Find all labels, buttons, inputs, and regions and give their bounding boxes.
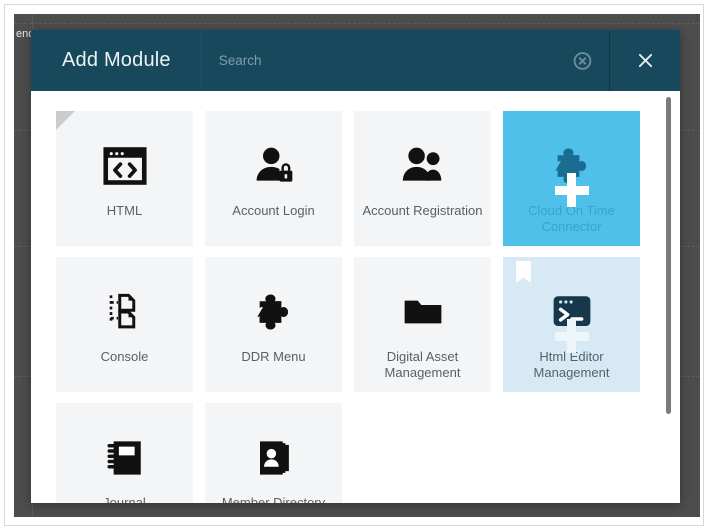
module-tile[interactable]: Account Registration [354, 111, 491, 246]
code-window-icon [102, 135, 147, 197]
user-lock-icon [252, 135, 296, 197]
page-frame: enc Add Module Search HTML Account Login… [4, 4, 704, 526]
module-tile-label: Account Registration [362, 203, 483, 218]
search-clear-icon[interactable] [573, 51, 592, 70]
module-tile[interactable]: DDR Menu [205, 257, 342, 392]
module-tile-label: Member Directory [221, 495, 326, 503]
console-tree-icon [104, 281, 146, 343]
screen: enc Add Module Search HTML Account Login… [0, 0, 708, 530]
module-tile[interactable]: Digital Asset Management [354, 257, 491, 392]
module-tile-label: Console [100, 349, 149, 364]
module-tile-grid: HTML Account Login Account Registration Clo… [31, 91, 680, 503]
module-tile[interactable]: Html Editor Management [503, 257, 640, 392]
module-tile[interactable]: Journal [56, 403, 193, 503]
add-plus-icon [554, 319, 589, 353]
module-tile-label: Html Editor Management [533, 349, 610, 380]
add-plus-icon [554, 173, 589, 207]
module-tile-label: Digital Asset Management [384, 349, 461, 380]
module-tile[interactable]: Member Directory [205, 403, 342, 503]
address-book-icon [253, 427, 295, 489]
add-module-dialog: Add Module HTML [31, 30, 680, 503]
puzzle-piece-icon [253, 281, 295, 343]
dialog-title: Add Module [62, 49, 171, 71]
module-tile[interactable]: Account Login [205, 111, 342, 246]
close-button[interactable] [610, 30, 680, 91]
module-tile-label: Account Login [232, 203, 315, 218]
module-tile[interactable]: Console [56, 257, 193, 392]
module-tile[interactable]: Cloud On Time Connector [503, 111, 640, 246]
folder-icon [402, 281, 444, 343]
module-tile-label: DDR Menu [241, 349, 306, 364]
scrollbar-thumb[interactable] [666, 97, 671, 414]
backdrop-divider [14, 23, 700, 24]
users-icon [401, 135, 445, 197]
search-field-wrapper [200, 30, 610, 91]
notebook-icon [104, 427, 146, 489]
module-tile[interactable]: HTML [56, 111, 193, 246]
scrollbar-track[interactable] [663, 91, 673, 503]
search-input[interactable] [201, 30, 609, 91]
dialog-header: Add Module [31, 30, 680, 91]
bookmark-icon [516, 261, 531, 283]
module-tile-label: Journal [103, 495, 146, 503]
module-tile-label: HTML [106, 203, 143, 218]
close-icon [638, 53, 652, 68]
corner-flag-icon [56, 111, 75, 130]
module-tile-label: Cloud On Time Connector [528, 203, 615, 234]
dialog-body: HTML Account Login Account Registration Clo… [31, 91, 680, 503]
